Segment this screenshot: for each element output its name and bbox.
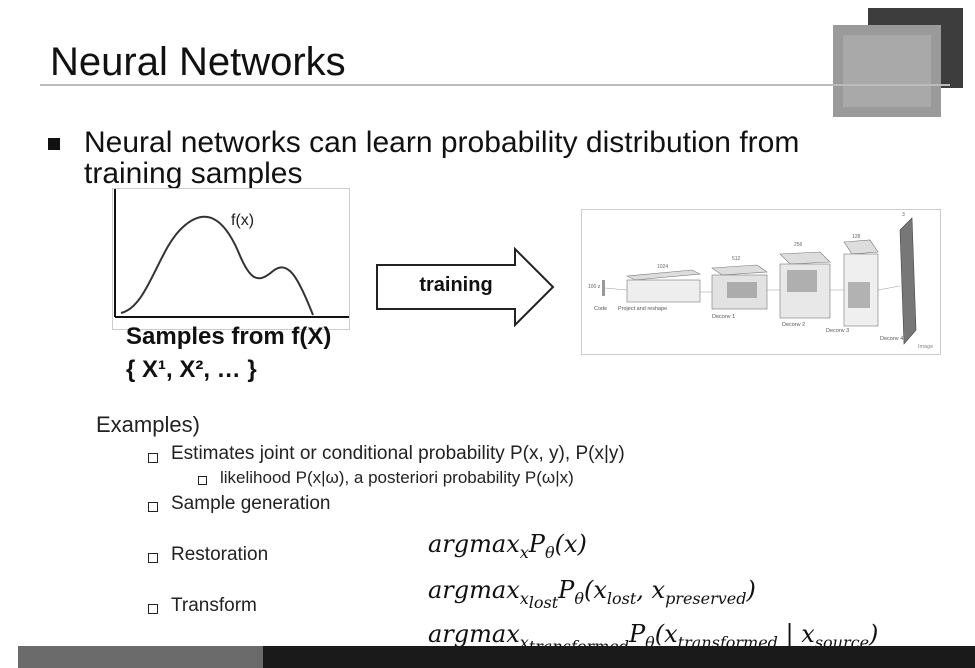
sub-bullet-icon: [148, 553, 158, 563]
samples-title: Samples from f(X): [126, 323, 332, 350]
generator-network-diagram: 100 z Code 1024 Project and reshape 512 …: [581, 209, 941, 355]
project-block: [626, 279, 701, 303]
distribution-plot: f(x): [112, 188, 350, 330]
curve-label: f(x): [231, 212, 254, 229]
bullet-icon: [48, 138, 60, 150]
svg-text:Deconv 2: Deconv 2: [782, 322, 805, 328]
title-underline: [40, 84, 950, 86]
bullet-text: Neural networks can learn probability di…: [84, 126, 800, 190]
arrow-label: training: [419, 274, 493, 296]
footer-bar-left: [18, 646, 263, 668]
svg-text:Deconv 4: Deconv 4: [880, 336, 903, 342]
corner-decoration-inner: [843, 35, 931, 107]
svg-text:Deconv 1: Deconv 1: [712, 314, 735, 320]
svg-text:3: 3: [902, 212, 905, 218]
svg-text:256: 256: [794, 242, 803, 248]
footer-bar-right: [263, 646, 975, 668]
svg-text:1024: 1024: [657, 264, 668, 270]
sub-bullet-icon: [148, 453, 158, 463]
output-image-block: [899, 217, 917, 345]
slide-title: Neural Networks: [50, 40, 346, 84]
svg-text:512: 512: [732, 256, 741, 262]
example-item-likelihood: likelihood P(x|ω), a posteriori probabil…: [220, 468, 574, 487]
examples-heading: Examples): [96, 412, 200, 437]
samples-set: { X¹, X², … }: [126, 356, 257, 383]
formula-restoration: argmaxxPθ(x): [428, 530, 587, 562]
example-item-transform: Transform: [171, 595, 257, 616]
sub-sub-bullet-icon: [198, 476, 207, 485]
density-curve: [120, 215, 314, 316]
sub-bullet-icon: [148, 604, 158, 614]
svg-text:128: 128: [852, 234, 861, 240]
svg-text:Deconv 3: Deconv 3: [826, 328, 849, 334]
sub-bullet-icon: [148, 502, 158, 512]
code-vector: [602, 280, 605, 296]
svg-text:Code: Code: [594, 306, 607, 312]
svg-text:100 z: 100 z: [588, 284, 601, 290]
formula-lost: argmaxxlostPθ(xlost, xpreserved): [428, 576, 756, 612]
svg-text:Image: Image: [918, 344, 933, 350]
svg-text:Project and reshape: Project and reshape: [618, 306, 667, 312]
example-item-sample-generation: Sample generation: [171, 493, 331, 514]
example-item-estimates: Estimates joint or conditional probabili…: [171, 443, 625, 464]
example-item-restoration: Restoration: [171, 544, 269, 565]
